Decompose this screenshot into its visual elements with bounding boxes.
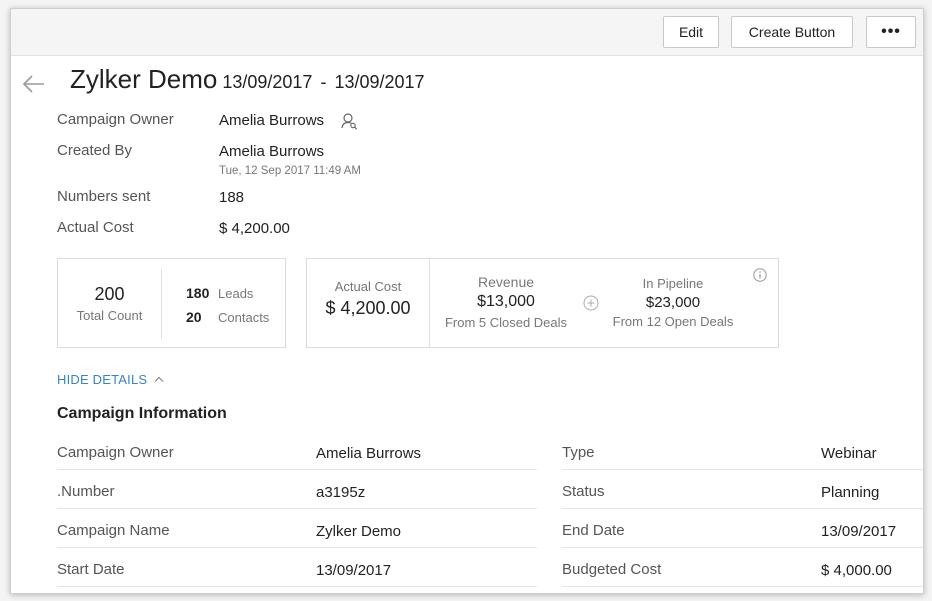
info-value: Amelia Burrows bbox=[316, 445, 422, 462]
date-separator: - bbox=[320, 72, 327, 92]
info-value: 13/09/2017 bbox=[316, 562, 392, 579]
row-divider bbox=[562, 547, 923, 548]
page-title: Zylker Demo bbox=[70, 64, 218, 94]
row-divider bbox=[562, 586, 923, 587]
created-time: Tue, 12 Sep 2017 11:49 AM bbox=[219, 165, 361, 177]
info-row-start-date: Start Date 13/09/2017 bbox=[57, 561, 537, 593]
info-label: Budgeted Cost bbox=[562, 561, 662, 578]
actual-cost-value: $ 4,200.00 bbox=[219, 220, 290, 237]
section-title: Campaign Information bbox=[57, 405, 227, 422]
row-divider bbox=[57, 586, 537, 587]
owner-search-icon[interactable] bbox=[341, 112, 358, 130]
info-row-budgeted-cost: Budgeted Cost $ 4,000.00 bbox=[562, 561, 923, 593]
pipeline-label: In Pipeline bbox=[642, 276, 704, 291]
contacts-label: Contacts bbox=[218, 310, 270, 325]
end-date: 13/09/2017 bbox=[334, 72, 425, 92]
finance-actual-cost-label: Actual Cost bbox=[334, 279, 402, 294]
revenue-sub: From 5 Closed Deals bbox=[444, 315, 568, 330]
info-label: Status bbox=[562, 483, 605, 500]
plus-circle-icon bbox=[583, 295, 599, 311]
total-count-label: Total Count bbox=[76, 308, 143, 323]
campaign-detail-window: Edit Create Button ••• Zylker Demo 13/09… bbox=[10, 8, 924, 594]
total-count-value: 200 bbox=[94, 284, 125, 304]
toolbar: Edit Create Button ••• bbox=[11, 9, 923, 56]
info-row-status: Status Planning bbox=[562, 483, 923, 521]
row-divider bbox=[562, 469, 923, 470]
more-options-button[interactable]: ••• bbox=[866, 16, 916, 48]
title-row: Zylker Demo 13/09/2017-13/09/2017 bbox=[70, 64, 425, 95]
created-by-label: Created By bbox=[57, 142, 133, 159]
create-button-button[interactable]: Create Button bbox=[731, 16, 853, 48]
actual-cost-block: Actual Cost $ 4,200.00 bbox=[307, 279, 429, 319]
info-icon[interactable] bbox=[753, 268, 767, 282]
revenue-block: Revenue $13,000 From 5 Closed Deals bbox=[429, 274, 583, 330]
info-row-number: .Number a3195z bbox=[57, 483, 537, 521]
info-label: End Date bbox=[562, 522, 625, 539]
info-row-end-date: End Date 13/09/2017 bbox=[562, 522, 923, 560]
info-row-campaign-owner: Campaign Owner Amelia Burrows bbox=[57, 444, 537, 482]
info-row-type: Type Webinar bbox=[562, 444, 923, 482]
info-value: 13/09/2017 bbox=[821, 523, 897, 540]
info-value: $ 4,000.00 bbox=[821, 562, 892, 579]
info-value: Planning bbox=[821, 484, 880, 501]
actual-cost-label: Actual Cost bbox=[57, 219, 134, 236]
chevron-up-icon[interactable] bbox=[154, 375, 164, 383]
info-value: Webinar bbox=[821, 445, 877, 462]
revenue-label: Revenue bbox=[477, 274, 535, 290]
finance-actual-cost-value: $ 4,200.00 bbox=[325, 298, 411, 318]
row-divider bbox=[57, 469, 537, 470]
info-row-campaign-name: Campaign Name Zylker Demo bbox=[57, 522, 537, 560]
info-value: Zylker Demo bbox=[316, 523, 402, 540]
leads-label: Leads bbox=[218, 286, 254, 301]
pipeline-sub: From 12 Open Deals bbox=[612, 314, 734, 329]
finance-summary-card: Actual Cost $ 4,200.00 Revenue $13,000 F… bbox=[306, 258, 779, 348]
info-value: a3195z bbox=[316, 484, 366, 501]
row-divider bbox=[57, 547, 537, 548]
revenue-value: $13,000 bbox=[477, 293, 535, 310]
start-date: 13/09/2017 bbox=[222, 72, 313, 92]
info-label: Type bbox=[562, 444, 595, 461]
pipeline-block: In Pipeline $23,000 From 12 Open Deals bbox=[599, 276, 747, 329]
info-label: .Number bbox=[57, 483, 115, 500]
campaign-dates: 13/09/2017-13/09/2017 bbox=[222, 72, 424, 93]
campaign-owner-value: Amelia Burrows bbox=[219, 112, 325, 129]
campaign-owner-label: Campaign Owner bbox=[57, 111, 174, 128]
contacts-count: 20 bbox=[186, 309, 202, 325]
row-divider bbox=[57, 508, 537, 509]
count-summary-card: 200 Total Count 180 Leads 20 Contacts bbox=[57, 258, 286, 348]
pipeline-value: $23,000 bbox=[645, 294, 701, 311]
leads-count: 180 bbox=[186, 285, 210, 301]
row-divider bbox=[562, 508, 923, 509]
edit-button[interactable]: Edit bbox=[663, 16, 719, 48]
numbers-sent-label: Numbers sent bbox=[57, 188, 151, 205]
numbers-sent-value: 188 bbox=[219, 189, 245, 206]
back-arrow-icon[interactable] bbox=[21, 73, 47, 95]
info-label: Campaign Name bbox=[57, 522, 170, 539]
card-divider bbox=[161, 269, 162, 339]
info-label: Campaign Owner bbox=[57, 444, 174, 461]
info-label: Start Date bbox=[57, 561, 125, 578]
hide-details-link[interactable]: HIDE DETAILS bbox=[57, 372, 147, 387]
created-by-value: Amelia Burrows bbox=[219, 143, 325, 160]
